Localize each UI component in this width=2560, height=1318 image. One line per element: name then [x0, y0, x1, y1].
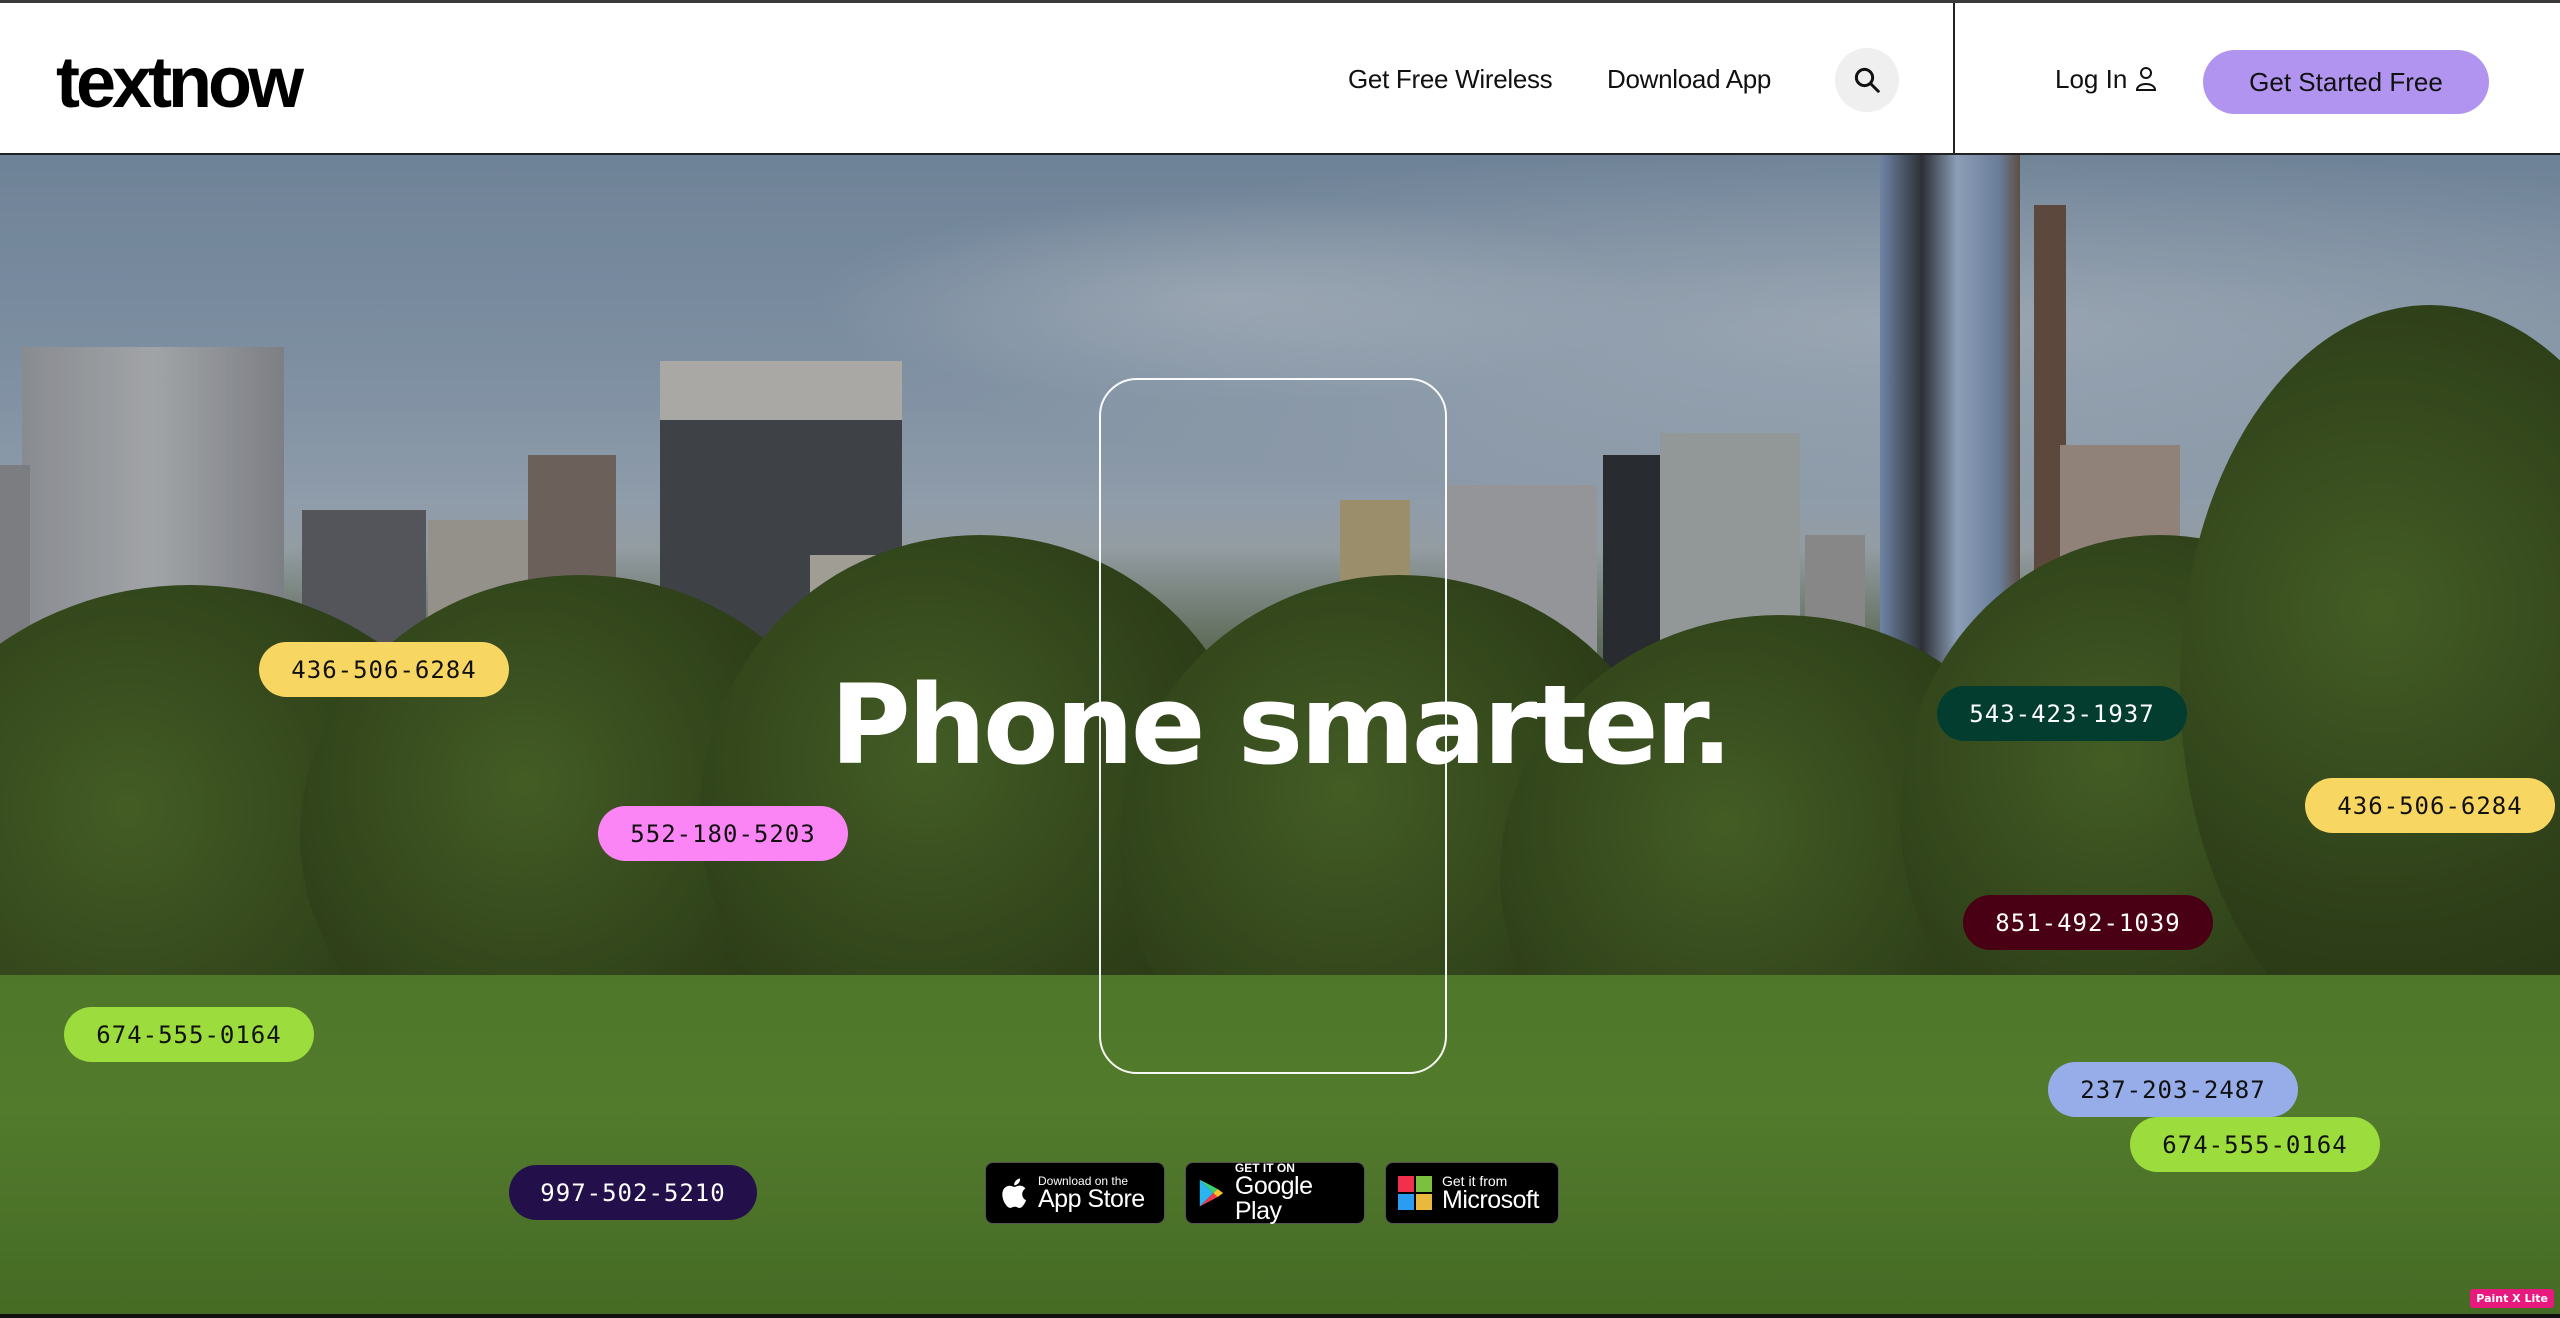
google-play-big-text: Google Play — [1234, 1172, 1313, 1225]
phone-number-badge: 237-203-2487 — [2048, 1062, 2298, 1117]
search-button[interactable] — [1835, 48, 1899, 112]
site-header: textnow Get Free Wireless Download App L… — [0, 0, 2560, 156]
paint-x-lite-watermark: Paint X Lite — [2470, 1289, 2554, 1308]
search-icon — [1854, 67, 1880, 93]
google-play-button[interactable]: GET IT ON Google Play — [1185, 1162, 1365, 1224]
microsoft-icon — [1398, 1176, 1432, 1210]
microsoft-big-text: Microsoft — [1442, 1185, 1539, 1214]
app-store-button[interactable]: Download on the App Store — [985, 1162, 1165, 1224]
phone-number-badge: 997-502-5210 — [509, 1165, 757, 1220]
hero-section: Phone smarter. 436-506-6284 552-180-5203… — [0, 155, 2560, 1314]
app-store-big-text: App Store — [1038, 1184, 1145, 1213]
get-started-free-button[interactable]: Get Started Free — [2203, 50, 2489, 114]
login-label: Log In — [2055, 64, 2128, 94]
apple-icon — [1002, 1178, 1027, 1208]
phone-number-badge: 543-423-1937 — [1937, 686, 2187, 741]
microsoft-store-button[interactable]: Get it from Microsoft — [1385, 1162, 1559, 1224]
nav-get-free-wireless[interactable]: Get Free Wireless — [1348, 61, 1553, 97]
google-play-icon — [1199, 1179, 1224, 1207]
textnow-logo[interactable]: textnow — [56, 43, 304, 123]
phone-number-badge: 436-506-6284 — [259, 642, 509, 697]
nav-download-app[interactable]: Download App — [1607, 61, 1771, 97]
phone-number-badge: 674-555-0164 — [2130, 1117, 2380, 1172]
header-divider — [1953, 3, 1955, 156]
bottom-edge — [0, 1314, 2560, 1318]
phone-number-badge: 552-180-5203 — [598, 806, 848, 861]
login-link[interactable]: Log In — [2055, 61, 2157, 97]
phone-number-badge: 851-492-1039 — [1963, 895, 2213, 950]
phone-number-badge: 436-506-6284 — [2305, 778, 2555, 833]
user-icon — [2136, 67, 2157, 91]
app-store-badges: Download on the App Store GET IT ON Goog… — [985, 1162, 1559, 1224]
phone-number-badge: 674-555-0164 — [64, 1007, 314, 1062]
